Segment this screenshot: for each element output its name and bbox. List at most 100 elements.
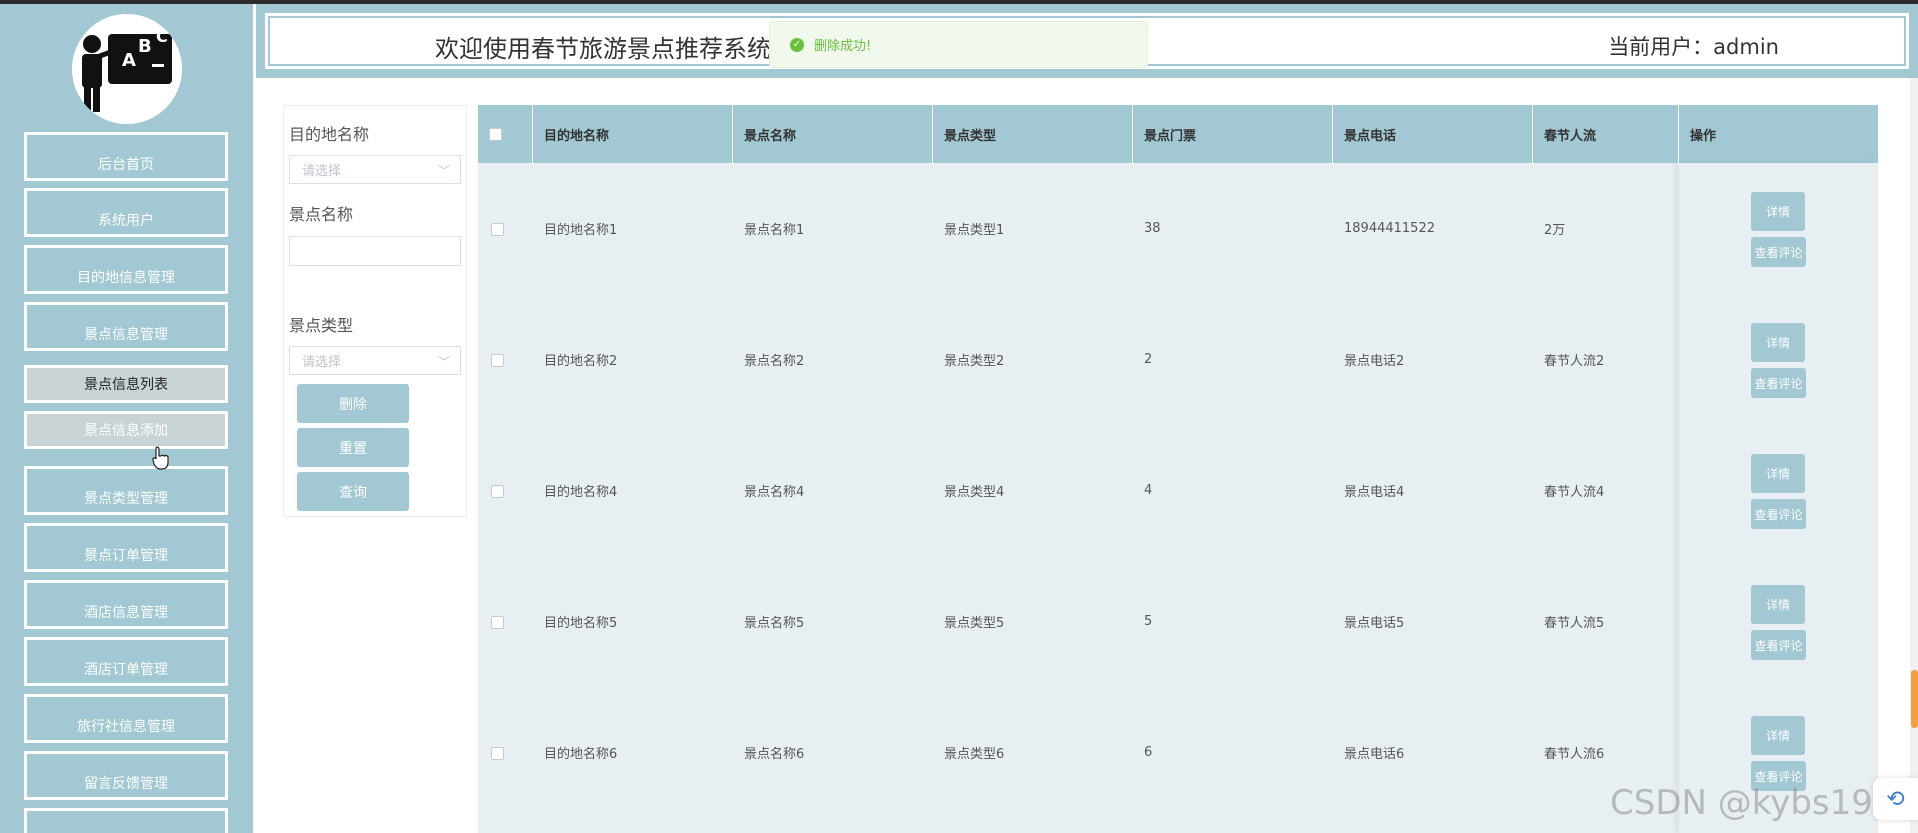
hand-cursor-icon: [152, 446, 169, 470]
sidebar-subitem-spot-add[interactable]: 景点信息添加: [24, 411, 228, 449]
sidebar-item-travel-agency-management[interactable]: 旅行社信息管理: [24, 694, 228, 743]
table-row: 目的地名称1 景点名称1 景点类型1 38 18944411522 2万: [478, 163, 1878, 294]
spot-name-input[interactable]: [289, 236, 461, 266]
cell-spot-name: 景点名称1: [744, 223, 805, 238]
sidebar-item-home[interactable]: 后台首页: [24, 132, 228, 181]
check-circle-icon: ✓: [790, 37, 804, 52]
col-spring-festival-flow[interactable]: 春节人流: [1533, 105, 1679, 163]
select-all-checkbox[interactable]: [489, 128, 502, 141]
col-destination[interactable]: 目的地名称: [533, 105, 733, 163]
sidebar: A B C 后台首页 系统用户 目的地信息管理 景点信息管理 景点信息列表 景点…: [0, 4, 253, 833]
detail-button[interactable]: 详情: [1751, 192, 1805, 231]
table-row: 目的地名称5 景点名称5 景点类型5 5 景点电话5 春节人流5: [478, 556, 1878, 687]
table-header: 目的地名称 景点名称 景点类型 景点门票 景点电话 春节人流 操作: [478, 105, 1878, 163]
sidebar-item-feedback-management[interactable]: 留言反馈管理: [24, 751, 228, 800]
row-checkbox[interactable]: [491, 747, 504, 760]
search-panel: 目的地名称 请选择 ﹀ 景点名称 景点类型 请选择 ﹀ 删除 重置 查询: [283, 105, 467, 517]
col-ticket[interactable]: 景点门票: [1133, 105, 1333, 163]
svg-text:C: C: [156, 27, 168, 46]
view-comments-button[interactable]: 查看评论: [1751, 630, 1806, 660]
page-title: 欢迎使用春节旅游景点推荐系统: [435, 35, 771, 63]
cell-spot-name: 景点名称4: [744, 485, 805, 500]
col-spot-name[interactable]: 景点名称: [733, 105, 933, 163]
scrollbar-thumb[interactable]: [1911, 670, 1918, 728]
cell-phone: 景点电话5: [1344, 616, 1405, 631]
query-button[interactable]: 查询: [297, 472, 409, 511]
spot-type-label: 景点类型: [289, 316, 354, 335]
sidebar-item-hotel-management[interactable]: 酒店信息管理: [24, 580, 228, 629]
col-phone[interactable]: 景点电话: [1333, 105, 1533, 163]
cell-spot-type: 景点类型2: [944, 354, 1005, 369]
data-table: 目的地名称 景点名称 景点类型 景点门票 景点电话 春节人流 操作 目的地名称1…: [478, 105, 1878, 833]
svg-text:B: B: [138, 36, 152, 57]
cell-destination: 目的地名称5: [544, 616, 618, 631]
detail-button[interactable]: 详情: [1751, 454, 1805, 493]
cell-flow: 春节人流4: [1544, 485, 1605, 500]
cell-spot-type: 景点类型6: [944, 747, 1005, 762]
sidebar-item-spot-type-management[interactable]: 景点类型管理: [24, 466, 228, 515]
sidebar-item-system-management[interactable]: 系统管理: [24, 808, 228, 833]
sidebar-item-hotel-order-management[interactable]: 酒店订单管理: [24, 637, 228, 686]
cell-ticket: 5: [1144, 614, 1153, 629]
col-spot-type[interactable]: 景点类型: [933, 105, 1133, 163]
row-checkbox[interactable]: [491, 223, 504, 236]
cell-destination: 目的地名称2: [544, 354, 618, 369]
avatar: A B C: [72, 14, 182, 124]
cell-spot-type: 景点类型4: [944, 485, 1005, 500]
table-row: 目的地名称2 景点名称2 景点类型2 2 景点电话2 春节人流2: [478, 294, 1878, 425]
delete-button[interactable]: 删除: [297, 384, 409, 423]
detail-button[interactable]: 详情: [1751, 585, 1805, 624]
toast-message: 删除成功!: [814, 39, 872, 54]
reset-button[interactable]: 重置: [297, 428, 409, 467]
view-comments-button[interactable]: 查看评论: [1751, 499, 1806, 529]
spot-type-select-placeholder: 请选择: [302, 355, 342, 370]
spot-type-select[interactable]: 请选择 ﹀: [289, 346, 461, 375]
cell-phone: 景点电话6: [1344, 747, 1405, 762]
cell-ticket: 6: [1144, 745, 1153, 760]
sidebar-subitem-spot-list[interactable]: 景点信息列表: [24, 365, 228, 403]
chevron-down-icon: ﹀: [437, 355, 450, 369]
detail-button[interactable]: 详情: [1751, 716, 1805, 755]
svg-text:A: A: [122, 50, 136, 71]
sidebar-item-destination-management[interactable]: 目的地信息管理: [24, 245, 228, 294]
cell-spot-name: 景点名称2: [744, 354, 805, 369]
cell-flow: 春节人流2: [1544, 354, 1605, 369]
cell-ticket: 38: [1144, 221, 1161, 236]
row-checkbox[interactable]: [491, 485, 504, 498]
cell-spot-name: 景点名称5: [744, 616, 805, 631]
view-comments-button[interactable]: 查看评论: [1751, 237, 1806, 267]
destination-select-placeholder: 请选择: [302, 164, 342, 179]
current-user: 当前用户：admin: [1608, 35, 1779, 59]
cell-flow: 春节人流5: [1544, 616, 1605, 631]
destination-select[interactable]: 请选择 ﹀: [289, 155, 461, 184]
actions-column: 详情 查看评论 详情 查看评论 详情 查看评论 详情 查看评论 详情 查看评论: [1679, 163, 1878, 833]
sidebar-item-system-users[interactable]: 系统用户: [24, 188, 228, 237]
header-checkbox-cell: [478, 105, 533, 163]
row-checkbox[interactable]: [491, 354, 504, 367]
cell-ticket: 4: [1144, 483, 1153, 498]
cell-phone: 18944411522: [1344, 221, 1435, 236]
row-checkbox[interactable]: [491, 616, 504, 629]
cell-phone: 景点电话2: [1344, 354, 1405, 369]
cell-flow: 春节人流6: [1544, 747, 1605, 762]
teacher-logo-icon: A B C: [72, 14, 182, 124]
cell-phone: 景点电话4: [1344, 485, 1405, 500]
watermark: CSDN @kybs1991: [1610, 783, 1917, 823]
view-comments-button[interactable]: 查看评论: [1751, 368, 1806, 398]
chevron-down-icon: ﹀: [437, 164, 450, 178]
sidebar-item-spot-order-management[interactable]: 景点订单管理: [24, 523, 228, 572]
detail-button[interactable]: 详情: [1751, 323, 1805, 362]
col-actions: 操作: [1690, 128, 1717, 144]
destination-label: 目的地名称: [289, 125, 370, 144]
cell-destination: 目的地名称1: [544, 223, 618, 238]
table-row: 目的地名称4 景点名称4 景点类型4 4 景点电话4 春节人流4: [478, 425, 1878, 556]
cell-destination: 目的地名称4: [544, 485, 618, 500]
cell-spot-type: 景点类型1: [944, 223, 1005, 238]
cell-spot-name: 景点名称6: [744, 747, 805, 762]
cell-destination: 目的地名称6: [544, 747, 618, 762]
floating-translate-icon[interactable]: ⟲: [1873, 778, 1918, 820]
cell-flow: 2万: [1544, 223, 1566, 238]
sidebar-item-spot-management[interactable]: 景点信息管理: [24, 302, 228, 351]
cell-spot-type: 景点类型5: [944, 616, 1005, 631]
success-toast: ✓ 删除成功!: [769, 21, 1148, 68]
